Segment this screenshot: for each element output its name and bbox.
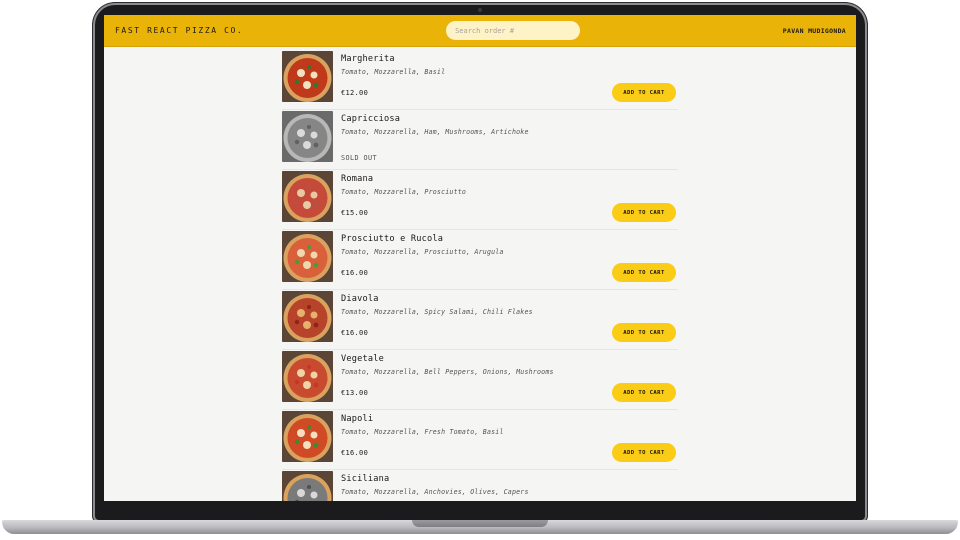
pizza-image <box>282 410 333 462</box>
pizza-image <box>282 350 333 402</box>
laptop-notch <box>412 520 548 527</box>
pizza-ingredients: Tomato, Mozzarella, Spicy Salami, Chili … <box>341 307 533 316</box>
menu-item: Prosciutto e Rucola Tomato, Mozzarella, P… <box>282 230 678 291</box>
pizza-ingredients: Tomato, Mozzarella, Prosciutto, Arugula <box>341 247 504 256</box>
pizza-ingredients: Tomato, Mozzarella, Ham, Mushrooms, Arti… <box>341 127 529 136</box>
add-to-cart-button[interactable]: Add to cart <box>612 263 676 283</box>
add-to-cart-button[interactable]: Add to cart <box>612 83 676 103</box>
menu-item-info: Vegetale Tomato, Mozzarella, Bell Peppers… <box>341 351 678 409</box>
pizza-image <box>282 290 333 342</box>
pizza-ingredients: Tomato, Mozzarella, Basil <box>341 68 446 76</box>
menu-item-info: Diavola Tomato, Mozzarella, Spicy Salami,… <box>341 291 678 349</box>
pizza-name: Vegetale <box>341 353 384 364</box>
pizza-price: €16.00 <box>341 268 369 277</box>
sold-out-label: Sold out <box>341 154 377 163</box>
pizza-ingredients: Tomato, Mozzarella, Fresh Tomato, Basil <box>341 427 504 436</box>
menu-item-footer: Sold out <box>341 154 678 162</box>
menu-item-footer: €15.00 Add to cart <box>341 203 678 223</box>
pizza-price: €15.00 <box>341 208 369 217</box>
menu-item-info: Siciliana Tomato, Mozzarella, Anchovies, … <box>341 471 678 501</box>
pizza-name: Diavola <box>341 293 379 304</box>
menu-item-info: Romana Tomato, Mozzarella, Prosciutto €15.… <box>341 171 678 229</box>
search-order-input[interactable] <box>446 21 581 40</box>
menu-item-info: Napoli Tomato, Mozzarella, Fresh Tomato, … <box>341 411 678 469</box>
pizza-image <box>282 470 333 501</box>
menu-item: Romana Tomato, Mozzarella, Prosciutto €15.… <box>282 170 678 231</box>
menu-item-footer: €13.00 Add to cart <box>341 383 678 403</box>
pizza-name: Romana <box>341 173 374 184</box>
pizza-ingredients: Tomato, Mozzarella, Anchovies, Olives, C… <box>341 487 529 496</box>
menu-item: Capricciosa Tomato, Mozzarella, Ham, Mush… <box>282 110 678 171</box>
menu-list: Margherita Tomato, Mozzarella, Basil €12.0… <box>282 51 678 501</box>
add-to-cart-button[interactable]: Add to cart <box>612 323 676 343</box>
menu-item-info: Margherita Tomato, Mozzarella, Basil €12.0… <box>341 51 678 109</box>
app-logo[interactable]: Fast React Pizza Co. <box>115 26 243 35</box>
app-header: Fast React Pizza Co. Pavan Mudigonda <box>104 15 856 47</box>
pizza-name: Prosciutto e Rucola <box>341 233 444 244</box>
menu-item-footer: €16.00 Add to cart <box>341 263 678 283</box>
pizza-price: €16.00 <box>341 328 369 337</box>
pizza-name: Siciliana <box>341 473 390 484</box>
username: Pavan Mudigonda <box>782 26 846 35</box>
pizza-ingredients: Tomato, Mozzarella, Prosciutto <box>341 187 467 196</box>
pizza-image <box>282 51 333 102</box>
pizza-price: €13.00 <box>341 388 369 397</box>
menu-item-footer: €12.00 Add to cart <box>341 83 678 103</box>
pizza-ingredients: Tomato, Mozzarella, Bell Peppers, Onions… <box>341 367 554 376</box>
menu-item: Vegetale Tomato, Mozzarella, Bell Peppers… <box>282 350 678 411</box>
pizza-image <box>282 230 333 282</box>
add-to-cart-button[interactable]: Add to cart <box>612 443 676 463</box>
add-to-cart-button[interactable]: Add to cart <box>612 203 676 223</box>
menu-item: Margherita Tomato, Mozzarella, Basil €12.0… <box>282 51 678 111</box>
webcam <box>478 8 482 12</box>
pizza-name: Capricciosa <box>341 113 401 124</box>
menu-item: Napoli Tomato, Mozzarella, Fresh Tomato, … <box>282 410 678 471</box>
pizza-name: Margherita <box>341 54 395 64</box>
app-screen: Fast React Pizza Co. Pavan Mudigonda Mar… <box>104 15 856 501</box>
menu-item: Siciliana Tomato, Mozzarella, Anchovies, … <box>282 470 678 501</box>
pizza-price: €16.00 <box>341 448 369 457</box>
pizza-image <box>282 110 333 162</box>
pizza-image <box>282 170 333 222</box>
pizza-price: €12.00 <box>341 88 369 97</box>
pizza-name: Napoli <box>341 413 374 424</box>
add-to-cart-button[interactable]: Add to cart <box>612 383 676 403</box>
menu-item-info: Capricciosa Tomato, Mozzarella, Ham, Mush… <box>341 111 678 169</box>
menu-item-footer: €16.00 Add to cart <box>341 323 678 343</box>
menu-item-info: Prosciutto e Rucola Tomato, Mozzarella, P… <box>341 231 678 289</box>
menu-item-footer: €16.00 Add to cart <box>341 443 678 463</box>
menu-item: Diavola Tomato, Mozzarella, Spicy Salami,… <box>282 290 678 351</box>
